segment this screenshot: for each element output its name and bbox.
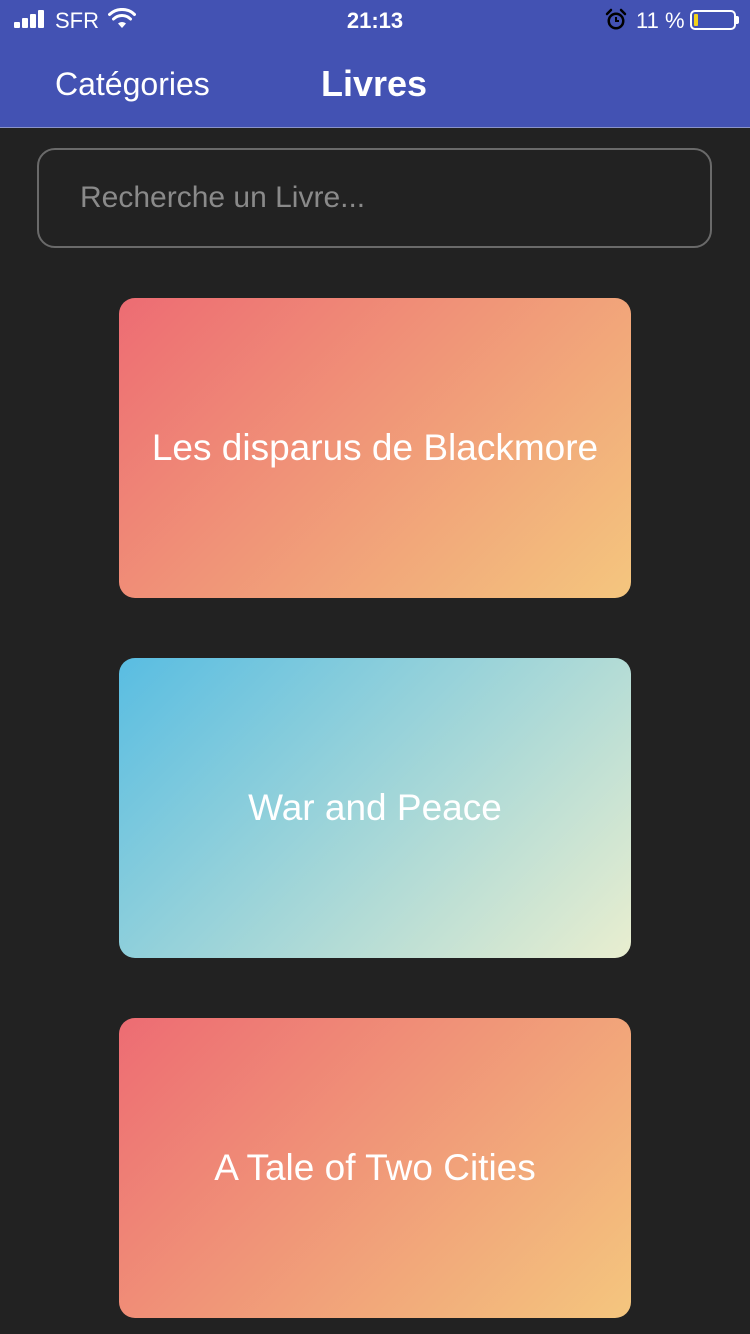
app-header: SFR 21:13 11 % Catégories Livres xyxy=(0,0,750,128)
book-card[interactable]: Les disparus de Blackmore xyxy=(119,298,631,598)
search-field[interactable] xyxy=(37,148,712,248)
book-title: A Tale of Two Cities xyxy=(214,1147,536,1188)
battery-level xyxy=(694,14,698,26)
alarm-icon xyxy=(605,8,627,30)
search-input[interactable] xyxy=(39,150,710,246)
status-bar: SFR 21:13 11 % xyxy=(0,0,750,40)
battery-tip xyxy=(736,16,739,24)
battery-percent: 11 % xyxy=(636,8,685,33)
battery-icon xyxy=(690,10,736,30)
book-title: Les disparus de Blackmore xyxy=(151,427,599,468)
tab-categories[interactable]: Catégories xyxy=(55,64,210,104)
tab-livres[interactable]: Livres xyxy=(321,64,427,104)
book-title: War and Peace xyxy=(248,787,502,828)
book-card[interactable]: A Tale of Two Cities xyxy=(119,1018,631,1318)
book-card[interactable]: War and Peace xyxy=(119,658,631,958)
